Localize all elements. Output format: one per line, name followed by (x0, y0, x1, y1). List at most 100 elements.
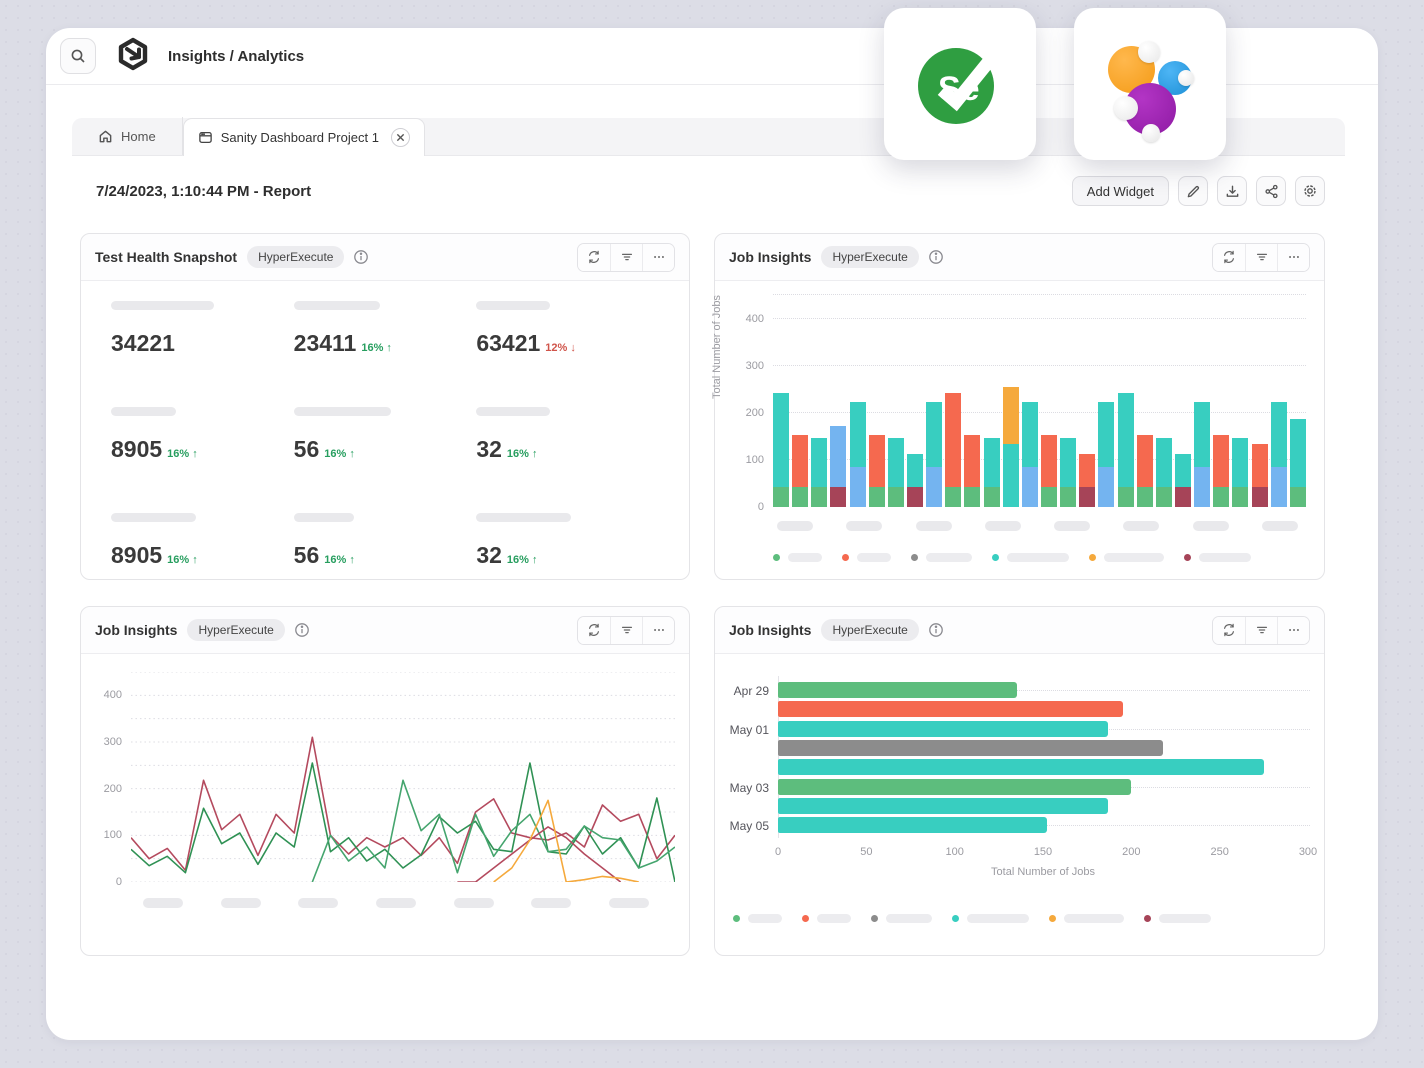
stacked-bar (1252, 444, 1268, 507)
bar-segment (1041, 487, 1057, 507)
edit-button[interactable] (1178, 176, 1208, 206)
legend-label-skeleton (748, 914, 782, 923)
widget-job-insights-hbar: Job Insights HyperExecute (714, 606, 1325, 956)
refresh-button[interactable] (578, 617, 610, 644)
stat-label-skeleton (476, 513, 571, 522)
info-icon[interactable] (928, 249, 944, 265)
widget-job-insights-line: Job Insights HyperExecute (80, 606, 690, 956)
x-tick-label: 150 (1031, 846, 1055, 858)
bar-segment (1156, 487, 1172, 507)
legend-item[interactable] (773, 553, 822, 562)
x-axis-skeleton-row (777, 521, 1298, 531)
legend-label-skeleton (1104, 553, 1164, 562)
refresh-button[interactable] (1213, 617, 1245, 644)
filter-button[interactable] (1245, 244, 1277, 271)
bar-segment (830, 487, 846, 507)
download-button[interactable] (1217, 176, 1247, 206)
filter-button[interactable] (610, 617, 642, 644)
stacked-bar (1118, 393, 1134, 507)
more-options-button[interactable] (1277, 617, 1309, 644)
x-tick-label: 0 (766, 846, 790, 858)
info-icon[interactable] (353, 249, 369, 265)
filter-button[interactable] (610, 244, 642, 271)
h-bar (778, 701, 1123, 717)
tab-project[interactable]: Sanity Dashboard Project 1 (183, 118, 425, 156)
svg-text:Se: Se (938, 70, 980, 108)
bar-segment (1175, 454, 1191, 487)
legend-item[interactable] (1089, 553, 1164, 562)
more-options-button[interactable] (642, 244, 674, 271)
legend-item[interactable] (842, 553, 891, 562)
bar-segment (1079, 487, 1095, 507)
legend-item[interactable] (1049, 914, 1124, 923)
x-axis-label-skeleton (143, 898, 183, 908)
selenium-card[interactable]: Se (884, 8, 1036, 160)
search-button[interactable] (60, 38, 96, 74)
h-bar (778, 740, 1163, 756)
share-button[interactable] (1256, 176, 1286, 206)
stat-cell: 2341116% ↑ (294, 301, 477, 357)
h-bar (778, 721, 1108, 737)
stacked-bar (1079, 454, 1095, 507)
lambdatest-logo-icon[interactable] (116, 37, 150, 76)
legend-dot (911, 554, 918, 561)
x-axis-label-skeleton (531, 898, 571, 908)
x-axis-label-skeleton (777, 521, 813, 531)
legend-label-skeleton (788, 553, 822, 562)
tab-project-label: Sanity Dashboard Project 1 (221, 130, 379, 145)
bar-segment (850, 402, 866, 467)
stat-value: 3216% ↑ (476, 542, 659, 569)
x-axis-label-skeleton (1262, 521, 1298, 531)
stat-delta: 16% ↑ (361, 342, 392, 354)
more-options-button[interactable] (642, 617, 674, 644)
legend-item[interactable] (992, 553, 1069, 562)
settings-button[interactable] (1295, 176, 1325, 206)
bar-segment (1175, 487, 1191, 507)
bar-segment (907, 454, 923, 487)
stacked-bar (926, 402, 942, 507)
tab-home[interactable]: Home (72, 117, 183, 155)
legend-item[interactable] (802, 914, 851, 923)
legend-item[interactable] (952, 914, 1029, 923)
series-crimson (131, 737, 675, 870)
add-widget-button[interactable]: Add Widget (1072, 176, 1169, 206)
tab-home-label: Home (121, 129, 156, 144)
y-tick-label: May 01 (719, 723, 769, 737)
ellipsis-icon (652, 623, 666, 637)
share-icon (1264, 184, 1279, 199)
bar-segment (850, 467, 866, 507)
stat-label-skeleton (111, 407, 176, 416)
legend-item[interactable] (1184, 553, 1251, 562)
stat-delta: 16% ↑ (507, 554, 538, 566)
x-axis-label-skeleton (454, 898, 494, 908)
refresh-button[interactable] (578, 244, 610, 271)
info-icon[interactable] (294, 622, 310, 638)
stat-delta: 12% ↓ (545, 342, 576, 354)
stacked-bar (945, 393, 961, 507)
legend-item[interactable] (911, 553, 972, 562)
legend-dot (1184, 554, 1191, 561)
info-icon[interactable] (928, 622, 944, 638)
molecule-card[interactable] (1074, 8, 1226, 160)
x-tick-label: 100 (943, 846, 967, 858)
bar-segment (945, 487, 961, 507)
y-tick-label: 300 (104, 736, 122, 748)
legend-item[interactable] (1144, 914, 1211, 923)
stat-cell: 890516% ↑ (111, 513, 294, 569)
y-tick-label: 300 (746, 360, 764, 372)
tab-close-button[interactable] (391, 128, 410, 147)
legend-dot (952, 915, 959, 922)
legend-item[interactable] (733, 914, 782, 923)
bar-segment (1232, 438, 1248, 487)
stacked-bar (984, 438, 1000, 507)
legend-label-skeleton (1007, 553, 1069, 562)
filter-icon (620, 250, 634, 264)
legend-item[interactable] (871, 914, 932, 923)
bar-segment (811, 438, 827, 487)
more-options-button[interactable] (1277, 244, 1309, 271)
filter-button[interactable] (1245, 617, 1277, 644)
stats-grid: 342212341116% ↑6342112% ↓890516% ↑5616% … (81, 281, 689, 569)
gear-icon (1302, 183, 1318, 199)
refresh-button[interactable] (1213, 244, 1245, 271)
legend-dot (1144, 915, 1151, 922)
